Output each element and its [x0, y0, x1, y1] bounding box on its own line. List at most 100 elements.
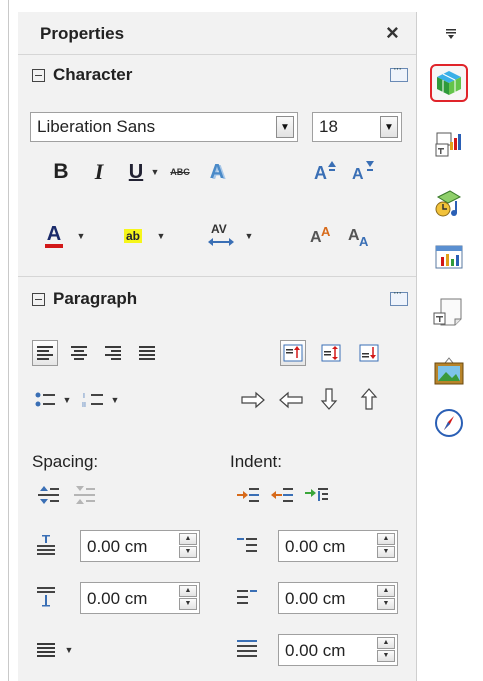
decrease-indent-arrow-icon[interactable]	[276, 386, 306, 414]
properties-panel: Properties × Character Liberation Sans ▼…	[18, 12, 417, 681]
shadow-button[interactable]: A	[202, 158, 232, 186]
italic-button[interactable]: I	[86, 158, 112, 186]
chevron-down-icon: ▼	[110, 395, 120, 405]
character-spacing-icon[interactable]: AV	[204, 218, 238, 252]
line-spacing-dropdown[interactable]: ▼	[62, 636, 76, 664]
superscript-icon[interactable]: A A	[308, 220, 338, 250]
panel-titlebar: Properties ×	[18, 12, 416, 54]
bullet-list-icon[interactable]	[32, 388, 58, 412]
page-icon	[433, 298, 462, 326]
below-spacing-field[interactable]: 0.00 cm ▲ ▼	[80, 582, 200, 614]
paragraph-more-options-icon[interactable]	[390, 287, 408, 306]
functions-tab[interactable]	[430, 294, 468, 332]
font-name-value: Liberation Sans	[37, 117, 156, 136]
first-line-indent-field[interactable]: 0.00 cm ▲ ▼	[278, 634, 398, 666]
spin-up-button[interactable]: ▲	[377, 637, 395, 649]
paragraph-section-header[interactable]: Paragraph	[32, 286, 137, 312]
underline-button[interactable]: U	[124, 158, 148, 186]
chevron-down-icon: ▼	[156, 231, 166, 241]
styles-tab[interactable]	[430, 126, 468, 164]
align-left-button[interactable]	[32, 340, 58, 366]
after-indent-icon	[234, 584, 260, 610]
spin-down-button[interactable]: ▼	[377, 598, 395, 610]
spin-down-button[interactable]: ▼	[377, 546, 395, 558]
bullet-list-dropdown[interactable]: ▼	[60, 386, 74, 414]
numbered-list-dropdown[interactable]: ▼	[108, 386, 122, 414]
below-spacing-value: 0.00 cm	[87, 589, 148, 608]
image-tab[interactable]	[430, 352, 468, 390]
font-size-combo[interactable]: 18 ▼	[312, 112, 402, 142]
svg-text:A: A	[314, 163, 327, 183]
navigator-compass-tab[interactable]	[430, 404, 468, 442]
font-color-button[interactable]: A	[40, 222, 68, 250]
spacing-dropdown[interactable]: ▼	[242, 222, 256, 250]
increase-font-icon[interactable]: A	[310, 156, 340, 186]
below-spacing-icon	[34, 584, 58, 610]
spin-up-button[interactable]: ▲	[377, 533, 395, 545]
underline-dropdown[interactable]: ▼	[148, 158, 162, 186]
window-edge	[8, 0, 9, 681]
character-header-label: Character	[53, 65, 133, 84]
after-indent-field[interactable]: 0.00 cm ▲ ▼	[278, 582, 398, 614]
svg-text:AV: AV	[211, 222, 227, 236]
chevron-down-icon[interactable]: ▼	[380, 116, 398, 138]
svg-text:A: A	[352, 166, 364, 183]
spin-up-button[interactable]: ▲	[377, 585, 395, 597]
increase-indent-icon[interactable]	[234, 482, 262, 508]
collapse-icon[interactable]	[32, 292, 45, 306]
gallery-icon	[435, 190, 462, 217]
spin-down-button[interactable]: ▼	[179, 546, 197, 558]
navigator-tab[interactable]	[430, 238, 468, 276]
justify-button[interactable]	[134, 340, 160, 366]
strikethrough-button[interactable]: ABC	[164, 158, 196, 186]
sidebar-menu-icon[interactable]	[440, 22, 462, 44]
align-right-button[interactable]	[100, 340, 126, 366]
hanging-indent-icon[interactable]	[302, 482, 332, 508]
spin-up-button[interactable]: ▲	[179, 533, 197, 545]
underline-label: U	[128, 160, 144, 183]
spin-down-button[interactable]: ▼	[179, 598, 197, 610]
align-vcenter-button[interactable]	[318, 340, 344, 366]
sidebar-tabbar	[420, 0, 483, 681]
align-top-button[interactable]	[280, 340, 306, 366]
compass-icon	[435, 409, 463, 437]
align-center-button[interactable]	[66, 340, 92, 366]
line-spacing-icon[interactable]	[34, 638, 58, 662]
collapse-icon[interactable]	[32, 68, 45, 82]
gallery-tab[interactable]	[430, 184, 468, 222]
highlight-dropdown[interactable]: ▼	[154, 222, 168, 250]
move-down-arrow-icon[interactable]	[316, 384, 342, 414]
svg-text:A: A	[321, 224, 331, 239]
panel-title: Properties	[40, 24, 125, 43]
numbered-list-icon[interactable]: I II	[80, 388, 106, 412]
character-section-header[interactable]: Character	[32, 62, 132, 88]
decrease-indent-icon[interactable]	[268, 482, 296, 508]
highlight-button[interactable]: ab	[118, 222, 148, 250]
font-color-dropdown[interactable]: ▼	[74, 222, 88, 250]
increase-spacing-icon[interactable]	[36, 482, 62, 508]
font-size-value: 18	[319, 117, 338, 136]
align-right-icon	[105, 346, 121, 360]
properties-tab[interactable]	[430, 64, 468, 102]
character-more-options-icon[interactable]	[390, 63, 408, 82]
move-up-arrow-icon[interactable]	[356, 384, 382, 414]
image-frame-icon	[434, 357, 464, 385]
decrease-font-icon[interactable]: A	[348, 156, 378, 186]
above-spacing-icon	[34, 532, 58, 558]
above-spacing-field[interactable]: 0.00 cm ▲ ▼	[80, 530, 200, 562]
chevron-down-icon[interactable]: ▼	[276, 116, 294, 138]
chevron-down-icon: ▼	[150, 167, 160, 177]
bold-button[interactable]: B	[48, 158, 74, 186]
before-indent-field[interactable]: 0.00 cm ▲ ▼	[278, 530, 398, 562]
subscript-icon[interactable]: A A	[346, 220, 376, 250]
spin-down-button[interactable]: ▼	[377, 650, 395, 662]
align-left-icon	[37, 346, 53, 360]
spin-up-button[interactable]: ▲	[179, 585, 197, 597]
close-icon[interactable]: ×	[386, 20, 399, 46]
align-bottom-button[interactable]	[356, 340, 382, 366]
increase-indent-arrow-icon[interactable]	[238, 386, 268, 414]
font-name-combo[interactable]: Liberation Sans ▼	[30, 112, 298, 142]
highlight-label: ab	[123, 229, 142, 243]
decrease-spacing-icon[interactable]	[72, 482, 98, 508]
align-vcenter-icon	[321, 344, 341, 362]
